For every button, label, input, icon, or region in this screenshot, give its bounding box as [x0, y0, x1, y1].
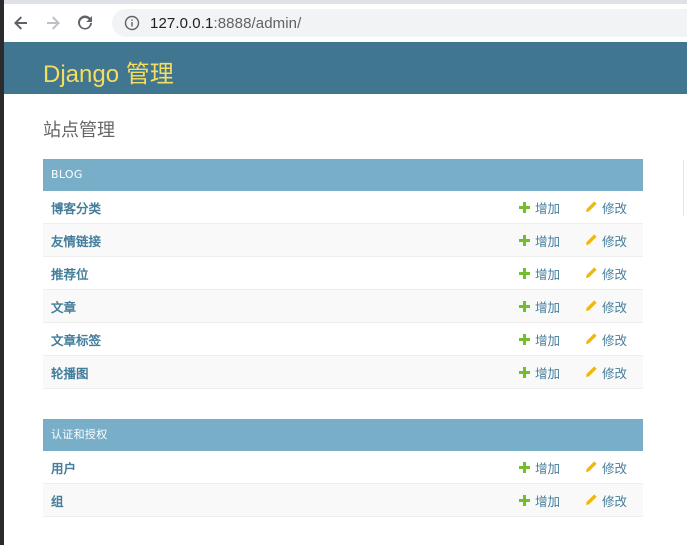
arrow-left-icon: [14, 16, 27, 30]
add-label: 增加: [535, 200, 561, 216]
module-caption[interactable]: 认证和授权: [43, 419, 643, 451]
add-link[interactable]: 增加: [519, 491, 560, 510]
add-link[interactable]: 增加: [519, 297, 560, 316]
model-row: 博客分类 增加 修改: [43, 191, 643, 224]
model-link[interactable]: 文章标签: [51, 330, 101, 349]
add-label: 增加: [535, 365, 561, 381]
change-link[interactable]: 修改: [585, 297, 627, 316]
change-label: 修改: [602, 200, 628, 216]
plus-icon: [519, 201, 530, 213]
model-row: 推荐位 增加 修改: [43, 257, 643, 290]
change-label: 修改: [602, 493, 628, 509]
add-link[interactable]: 增加: [519, 330, 560, 349]
info-icon[interactable]: [124, 15, 140, 31]
app-module-blog: BLOG 博客分类 增加 修改 友情链接 增加 修改 推荐位 增加 修改 文章 …: [43, 159, 643, 389]
address-bar[interactable]: 127.0.0.1:8888/admin/: [112, 9, 687, 37]
add-label: 增加: [535, 493, 561, 509]
model-row: 文章标签 增加 修改: [43, 323, 643, 356]
url-host: 127.0.0.1: [150, 14, 214, 32]
model-row: 用户 增加 修改: [43, 451, 643, 484]
plus-icon: [519, 333, 530, 345]
change-label: 修改: [602, 266, 628, 282]
model-row: 文章 增加 修改: [43, 290, 643, 323]
main-content: 站点管理 BLOG 博客分类 增加 修改 友情链接 增加 修改 推荐位 增加 修…: [43, 94, 643, 517]
app-module-auth: 认证和授权 用户 增加 修改 组 增加 修改: [43, 419, 643, 517]
add-link[interactable]: 增加: [519, 363, 560, 382]
add-label: 增加: [535, 266, 561, 282]
reload-button[interactable]: [70, 8, 100, 38]
plus-icon: [519, 494, 530, 506]
change-link[interactable]: 修改: [585, 264, 627, 283]
model-row: 友情链接 增加 修改: [43, 224, 643, 257]
add-link[interactable]: 增加: [519, 231, 560, 250]
change-link[interactable]: 修改: [585, 491, 627, 510]
change-label: 修改: [602, 365, 628, 381]
model-row: 组 增加 修改: [43, 484, 643, 517]
page-title: 站点管理: [43, 120, 115, 141]
model-row: 轮播图 增加 修改: [43, 356, 643, 389]
plus-icon: [519, 366, 530, 378]
model-link[interactable]: 轮播图: [51, 363, 89, 382]
change-link[interactable]: 修改: [585, 330, 627, 349]
model-link[interactable]: 友情链接: [51, 231, 101, 250]
background-window-edge: [683, 160, 687, 216]
pencil-icon: [586, 267, 597, 278]
model-link[interactable]: 博客分类: [51, 198, 101, 217]
pencil-icon: [586, 366, 597, 377]
site-header: Django 管理: [4, 42, 687, 94]
add-link[interactable]: 增加: [519, 264, 560, 283]
arrow-right-icon: [47, 16, 60, 30]
change-link[interactable]: 修改: [585, 231, 627, 250]
change-link[interactable]: 修改: [585, 363, 627, 382]
add-label: 增加: [535, 460, 561, 476]
model-link[interactable]: 用户: [51, 458, 76, 477]
add-label: 增加: [535, 332, 561, 348]
pencil-icon: [586, 333, 597, 344]
pencil-icon: [586, 300, 597, 311]
back-button[interactable]: [6, 8, 36, 38]
change-label: 修改: [602, 332, 628, 348]
forward-button[interactable]: [38, 8, 68, 38]
pencil-icon: [586, 494, 597, 505]
model-link[interactable]: 文章: [51, 297, 76, 316]
change-label: 修改: [602, 299, 628, 315]
module-caption[interactable]: BLOG: [43, 159, 643, 191]
site-branding[interactable]: Django 管理: [43, 54, 174, 89]
url-text: 127.0.0.1:8888/admin/: [150, 15, 301, 32]
change-link[interactable]: 修改: [585, 198, 627, 217]
change-label: 修改: [602, 233, 628, 249]
change-label: 修改: [602, 460, 628, 476]
model-link[interactable]: 组: [51, 491, 64, 510]
add-link[interactable]: 增加: [519, 198, 560, 217]
pencil-icon: [586, 461, 597, 472]
plus-icon: [519, 267, 530, 279]
pencil-icon: [586, 201, 597, 212]
plus-icon: [519, 300, 530, 312]
add-label: 增加: [535, 233, 561, 249]
url-path: :8888/admin/: [213, 14, 302, 32]
plus-icon: [519, 461, 530, 473]
model-link[interactable]: 推荐位: [51, 264, 89, 283]
add-label: 增加: [535, 299, 561, 315]
change-link[interactable]: 修改: [585, 458, 627, 477]
pencil-icon: [586, 234, 597, 245]
reload-icon: [78, 15, 92, 30]
add-link[interactable]: 增加: [519, 458, 560, 477]
plus-icon: [519, 234, 530, 246]
browser-toolbar: 127.0.0.1:8888/admin/: [4, 4, 687, 42]
